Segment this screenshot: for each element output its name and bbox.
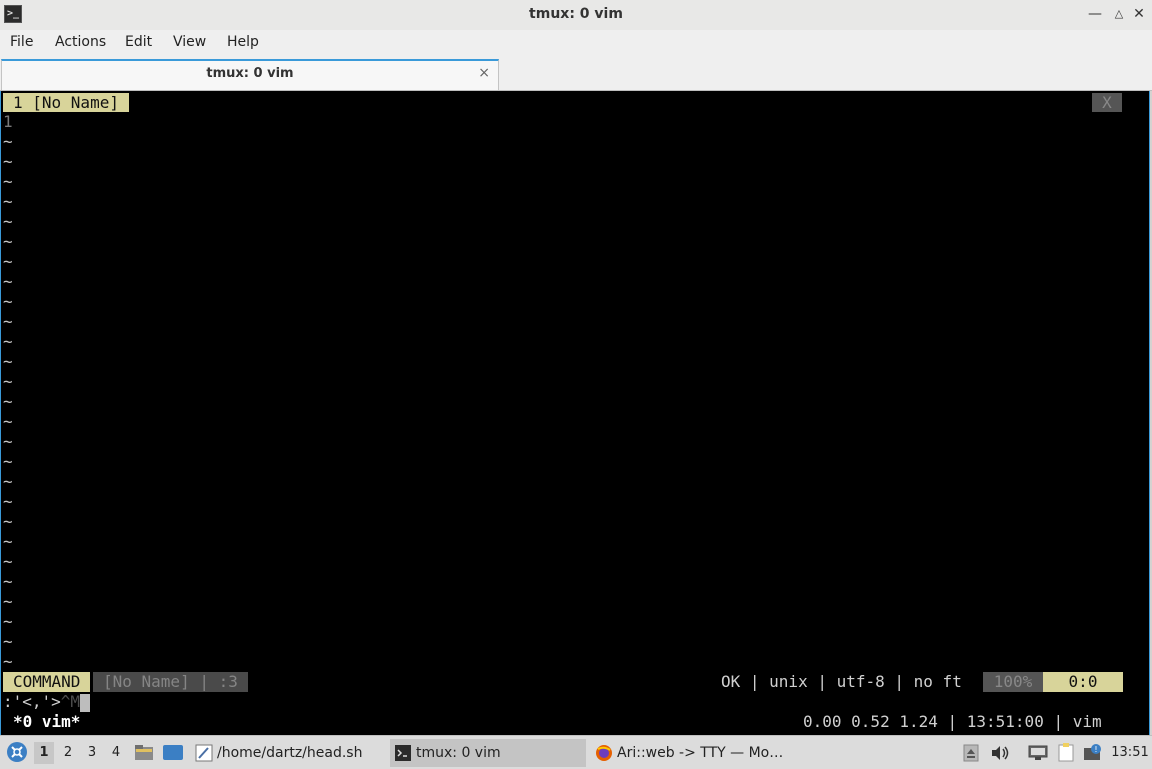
desktop-3[interactable]: 3 xyxy=(82,742,102,764)
tilde-marker: ~ xyxy=(3,652,13,671)
update-icon: ! xyxy=(1084,744,1101,760)
terminal-area[interactable]: 1 [No Name] X 1 ~ ~ ~ ~ ~ ~ ~ ~ ~ ~ ~ ~ ~ ~ ~ ~ ~ ~ ~ ~ ~ ~ ~ ~… xyxy=(0,91,1150,735)
tilde-marker: ~ xyxy=(3,192,13,211)
vim-command-line[interactable]: :'<,'>^M xyxy=(3,692,91,712)
tilde-marker: ~ xyxy=(3,252,13,271)
tilde-marker: ~ xyxy=(3,312,13,331)
folder-icon xyxy=(135,745,153,760)
terminal-icon xyxy=(395,745,411,761)
vim-file-format: OK | unix | utf-8 | no ft xyxy=(721,672,962,691)
tilde-marker: ~ xyxy=(3,172,13,191)
desktop-launcher[interactable] xyxy=(161,736,185,769)
clock[interactable]: 13:51 xyxy=(1110,736,1150,769)
task-label: /home/dartz/head.sh xyxy=(217,745,363,761)
tmux-status-right: 0.00 0.52 1.24 | 13:51:00 | vim xyxy=(803,712,1102,731)
tmux-statusbar: *0 vim* 0.00 0.52 1.24 | 13:51:00 | vim xyxy=(1,712,1149,732)
taskbar: 1 2 3 4 /home/dartz/head.sh tmux: 0 vim xyxy=(0,735,1152,769)
task-head-sh[interactable]: /home/dartz/head.sh xyxy=(191,739,385,767)
network-icon xyxy=(1028,745,1048,760)
clipboard-icon xyxy=(1058,743,1074,762)
tmux-window-item[interactable]: *0 vim* xyxy=(13,712,80,732)
tilde-marker: ~ xyxy=(3,592,13,611)
vim-cursor-position: 0:0 xyxy=(1043,672,1123,692)
volume-button[interactable] xyxy=(990,736,1010,769)
start-menu-button[interactable] xyxy=(4,736,30,769)
tilde-marker: ~ xyxy=(3,132,13,151)
tilde-marker: ~ xyxy=(3,512,13,531)
text-cursor xyxy=(80,693,91,712)
tilde-marker: ~ xyxy=(3,492,13,511)
tilde-marker: ~ xyxy=(3,232,13,251)
tilde-marker: ~ xyxy=(3,372,13,391)
eject-icon xyxy=(963,744,979,762)
tilde-marker: ~ xyxy=(3,152,13,171)
tilde-marker: ~ xyxy=(3,532,13,551)
tilde-marker: ~ xyxy=(3,612,13,631)
tilde-marker: ~ xyxy=(3,472,13,491)
network-button[interactable] xyxy=(1027,736,1049,769)
text-editor-icon xyxy=(195,744,213,762)
vim-tab-close[interactable]: X xyxy=(1092,93,1122,112)
tilde-marker: ~ xyxy=(3,412,13,431)
tab-tmux[interactable]: tmux: 0 vim × xyxy=(1,59,499,90)
close-icon[interactable]: ✕ xyxy=(1130,5,1148,23)
tilde-marker: ~ xyxy=(3,392,13,411)
tilde-marker: ~ xyxy=(3,552,13,571)
tilde-marker: ~ xyxy=(3,332,13,351)
tilde-marker: ~ xyxy=(3,212,13,231)
file-manager-launcher[interactable] xyxy=(133,736,155,769)
menu-edit[interactable]: Edit xyxy=(125,34,152,50)
menu-help[interactable]: Help xyxy=(227,34,259,50)
tilde-marker: ~ xyxy=(3,432,13,451)
tilde-marker: ~ xyxy=(3,452,13,471)
vim-tab-active[interactable]: 1 [No Name] xyxy=(3,93,129,112)
buffer-line-number: 1 xyxy=(3,112,13,131)
tilde-marker: ~ xyxy=(3,572,13,591)
vim-mode: COMMAND xyxy=(3,672,91,692)
tab-strip: tmux: 0 vim × xyxy=(0,56,1152,91)
menu-file[interactable]: File xyxy=(10,34,33,50)
volume-icon xyxy=(992,746,1009,760)
tilde-marker: ~ xyxy=(3,272,13,291)
desktop-2[interactable]: 2 xyxy=(58,742,78,764)
tab-close-icon[interactable]: × xyxy=(478,65,490,81)
task-firefox[interactable]: Ari::web -> TTY — Mo… xyxy=(591,739,787,767)
vim-file-info: [No Name] | :3 xyxy=(93,672,248,692)
cmd-text: :'<,'> xyxy=(3,692,61,711)
menu-actions[interactable]: Actions xyxy=(55,34,106,50)
firefox-icon xyxy=(596,745,612,761)
task-label: tmux: 0 vim xyxy=(416,745,501,761)
tray-up-arrow[interactable] xyxy=(962,736,980,769)
tilde-marker: ~ xyxy=(3,352,13,371)
task-label: Ari::web -> TTY — Mo… xyxy=(617,745,784,761)
maximize-icon[interactable]: △ xyxy=(1110,5,1128,23)
minimize-icon[interactable]: — xyxy=(1086,5,1104,23)
update-notifier[interactable]: ! xyxy=(1082,736,1104,769)
menu-view[interactable]: View xyxy=(173,34,206,50)
tilde-marker: ~ xyxy=(3,292,13,311)
desktop-1[interactable]: 1 xyxy=(34,742,54,764)
task-tmux[interactable]: tmux: 0 vim xyxy=(390,739,586,767)
window-titlebar: >_ tmux: 0 vim — △ ✕ xyxy=(0,0,1152,31)
menu-bar: File Actions Edit View Help xyxy=(0,30,1152,56)
show-desktop-icon xyxy=(163,745,183,760)
svg-text:!: ! xyxy=(1094,745,1097,754)
cmd-ctrl-m: ^M xyxy=(60,692,81,711)
vim-statusline: COMMAND [No Name] | :3 OK | unix | utf-8… xyxy=(1,672,1149,692)
tilde-marker: ~ xyxy=(3,632,13,651)
window-title: tmux: 0 vim xyxy=(529,6,623,22)
tab-label: tmux: 0 vim xyxy=(206,66,294,81)
clipboard-button[interactable] xyxy=(1055,736,1077,769)
desktop-4[interactable]: 4 xyxy=(106,742,126,764)
vim-percent: 100% xyxy=(983,672,1043,692)
start-menu-icon xyxy=(7,742,27,762)
